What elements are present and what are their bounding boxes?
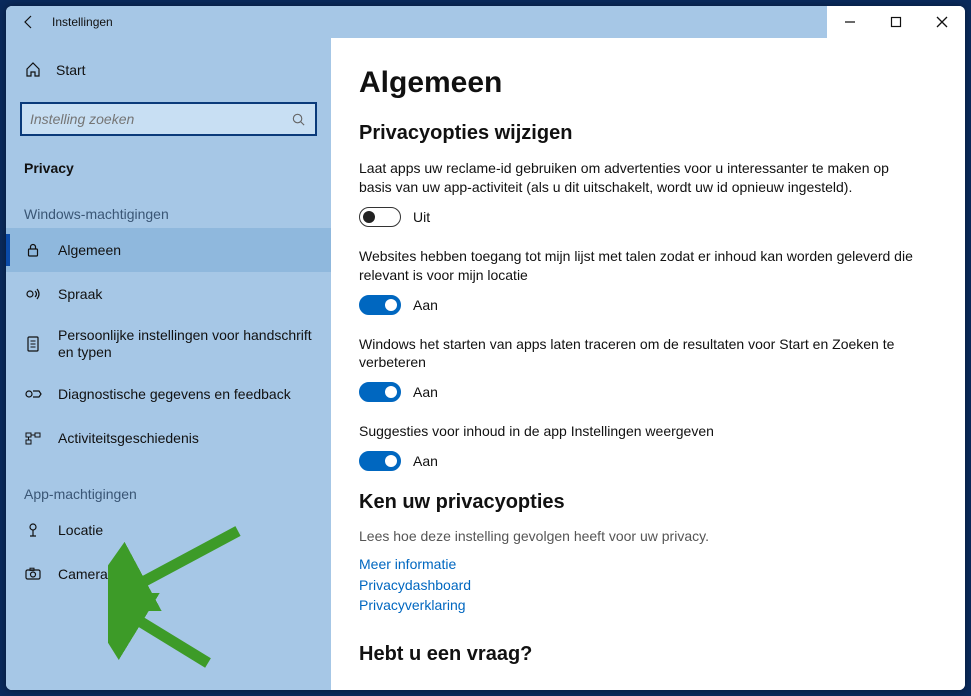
nav-item-label: Activiteitsgeschiedenis (58, 430, 313, 446)
group-windows-permissions: Windows-machtigingen (6, 180, 331, 228)
nav-item-diagnostiek[interactable]: Diagnostische gegevens en feedback (6, 372, 331, 416)
title-bar: Instellingen (6, 6, 965, 38)
nav-item-label: Locatie (58, 522, 313, 538)
back-icon (21, 14, 37, 30)
close-icon (936, 16, 948, 28)
nav-item-label: Persoonlijke instellingen voor handschri… (58, 327, 313, 362)
camera-icon (24, 565, 42, 583)
minimize-button[interactable] (827, 6, 873, 38)
nav-item-algemeen[interactable]: Algemeen (6, 228, 331, 272)
nav-item-spraak[interactable]: Spraak (6, 272, 331, 316)
toggle-advertising-id[interactable] (359, 207, 401, 227)
page-title: Algemeen (359, 66, 937, 100)
app-title: Instellingen (52, 15, 113, 29)
option-advertising-id: Laat apps uw reclame-id gebruiken om adv… (359, 159, 919, 227)
option-language-list: Websites hebben toegang tot mijn lijst m… (359, 247, 919, 315)
nav-item-handschrift[interactable]: Persoonlijke instellingen voor handschri… (6, 316, 331, 372)
content-area: Start Privacy Windows-machtigingen Algem… (6, 38, 965, 690)
link-more-info[interactable]: Meer informatie (359, 554, 937, 574)
main-panel: Algemeen Privacyopties wijzigen Laat app… (331, 38, 965, 690)
annotation-arrow-2 (108, 593, 218, 673)
search-input[interactable] (30, 111, 289, 127)
link-statement[interactable]: Privacyverklaring (359, 595, 937, 615)
section-know-privacy: Ken uw privacyopties (359, 491, 937, 514)
toggle-state-label: Aan (413, 384, 438, 400)
home-label: Start (56, 62, 86, 78)
location-icon (24, 521, 42, 539)
nav-item-label: Spraak (58, 286, 313, 302)
nav-item-activiteit[interactable]: Activiteitsgeschiedenis (6, 416, 331, 460)
search-box[interactable] (20, 102, 317, 136)
privacy-links: Meer informatie Privacydashboard Privacy… (359, 554, 937, 615)
feedback-icon (24, 385, 42, 403)
nav-item-camera[interactable]: Camera (6, 552, 331, 596)
search-icon (289, 110, 307, 128)
home-icon (24, 61, 42, 79)
option-text: Suggesties voor inhoud in de app Instell… (359, 422, 919, 441)
know-privacy-desc: Lees hoe deze instelling gevolgen heeft … (359, 528, 937, 544)
option-text: Windows het starten van apps laten trace… (359, 335, 919, 373)
window-controls (827, 6, 965, 38)
option-text: Websites hebben toegang tot mijn lijst m… (359, 247, 919, 285)
group-app-permissions: App-machtigingen (6, 460, 331, 508)
toggle-state-label: Aan (413, 297, 438, 313)
toggle-app-launch-tracking[interactable] (359, 382, 401, 402)
maximize-button[interactable] (873, 6, 919, 38)
sidebar: Start Privacy Windows-machtigingen Algem… (6, 38, 331, 690)
toggle-language-list[interactable] (359, 295, 401, 315)
back-button[interactable] (6, 6, 52, 38)
toggle-settings-suggestions[interactable] (359, 451, 401, 471)
speech-icon (24, 285, 42, 303)
timeline-icon (24, 429, 42, 447)
section-question: Hebt u een vraag? (359, 643, 937, 666)
option-text: Laat apps uw reclame-id gebruiken om adv… (359, 159, 919, 197)
nav-item-label: Algemeen (58, 242, 313, 258)
category-title: Privacy (6, 152, 331, 180)
section-privacy-options: Privacyopties wijzigen (359, 122, 937, 145)
close-button[interactable] (919, 6, 965, 38)
clipboard-icon (24, 335, 42, 353)
option-app-launch-tracking: Windows het starten van apps laten trace… (359, 335, 919, 403)
toggle-state-label: Uit (413, 209, 430, 225)
link-dashboard[interactable]: Privacydashboard (359, 575, 937, 595)
nav-item-label: Diagnostische gegevens en feedback (58, 386, 313, 402)
toggle-state-label: Aan (413, 453, 438, 469)
lock-icon (24, 241, 42, 259)
minimize-icon (844, 16, 856, 28)
option-settings-suggestions: Suggesties voor inhoud in de app Instell… (359, 422, 919, 471)
nav-item-label: Camera (58, 566, 313, 582)
settings-window: Instellingen Start (6, 6, 965, 690)
home-button[interactable]: Start (6, 48, 331, 92)
nav-item-locatie[interactable]: Locatie (6, 508, 331, 552)
maximize-icon (890, 16, 902, 28)
